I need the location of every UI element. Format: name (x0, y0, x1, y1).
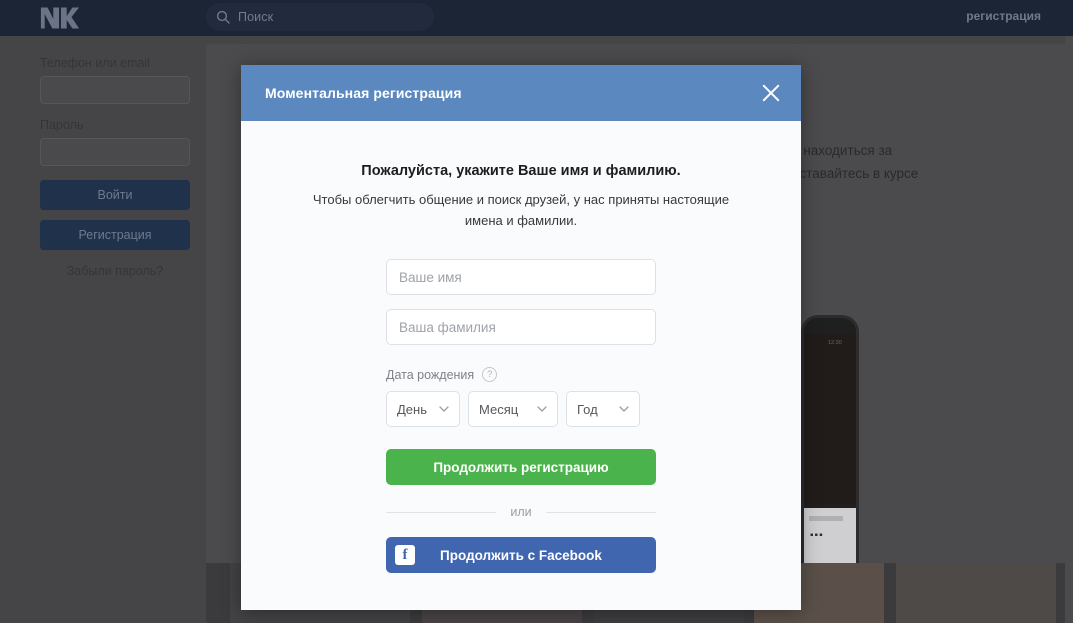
birthday-selects: День Месяц Год (386, 391, 656, 427)
birthday-year-value: Год (577, 401, 598, 417)
or-label: или (510, 505, 532, 519)
question-mark-icon[interactable]: ? (482, 367, 498, 382)
chevron-down-icon (439, 406, 449, 412)
registration-form: Дата рождения ? День Месяц (386, 259, 657, 573)
birthday-day-select[interactable]: День (386, 391, 460, 427)
login-form: Телефон или email Пароль Войти Регистрац… (40, 56, 190, 278)
registration-modal: Моментальная регистрация Пожалуйста, ука… (241, 65, 801, 610)
birthday-month-select[interactable]: Месяц (468, 391, 558, 427)
birthday-label-row: Дата рождения ? (386, 367, 656, 382)
login-button[interactable]: Войти (40, 180, 190, 210)
birthday-year-select[interactable]: Год (566, 391, 640, 427)
last-name-input[interactable] (386, 309, 656, 345)
phone-status-time: 12:30 (828, 340, 842, 346)
right-scroll-strip (1065, 36, 1073, 623)
divider-line-right (545, 511, 657, 513)
modal-body: Пожалуйста, укажите Ваше имя и фамилию. … (241, 121, 801, 573)
forgot-password-link[interactable]: Забыли пароль? (40, 264, 190, 278)
phone-or-email-label: Телефон или email (40, 56, 150, 70)
search-input[interactable]: Поиск (238, 10, 273, 24)
facebook-button-label: Продолжить с Facebook (440, 547, 602, 563)
modal-subtitle: Чтобы облегчить общение и поиск друзей, … (312, 192, 730, 228)
birthday-day-value: День (397, 401, 427, 417)
search-box[interactable]: Поиск (206, 3, 434, 31)
first-name-input[interactable] (386, 259, 656, 295)
search-icon (216, 10, 230, 24)
chevron-down-icon (537, 406, 547, 412)
divider-line-left (386, 511, 497, 513)
phone-content-icons: ▪▪▪ (810, 530, 824, 541)
password-label: Пароль (40, 118, 84, 132)
header-register-link[interactable]: регистрация (966, 9, 1041, 23)
phone-or-email-input[interactable] (40, 76, 190, 104)
promo-line-2: оставайтесь в курсе (792, 166, 919, 181)
close-icon[interactable] (759, 81, 783, 105)
facebook-login-button[interactable]: f Продолжить с Facebook (386, 537, 656, 573)
promo-text: о находиться за оставайтесь в курсе (792, 139, 1052, 185)
or-divider: или (386, 505, 657, 519)
birthday-month-value: Месяц (479, 401, 519, 417)
page-root: Поиск регистрация Телефон или email Паро… (0, 0, 1073, 623)
phone-screen-top (804, 334, 856, 504)
sidebar-register-button[interactable]: Регистрация (40, 220, 190, 250)
top-navigation-bar: Поиск регистрация (0, 0, 1073, 36)
modal-title: Моментальная регистрация (265, 85, 462, 101)
birthday-label: Дата рождения (386, 367, 475, 382)
continue-registration-button[interactable]: Продолжить регистрацию (386, 449, 656, 485)
modal-header: Моментальная регистрация (241, 65, 801, 121)
password-input[interactable] (40, 138, 190, 166)
facebook-icon: f (395, 545, 415, 565)
phone-content-row (809, 516, 843, 521)
vk-logo-icon[interactable] (38, 4, 82, 32)
modal-heading: Пожалуйста, укажите Ваше имя и фамилию. (361, 163, 681, 179)
photo-tile (896, 563, 1056, 623)
chevron-down-icon (619, 406, 629, 412)
promo-line-1: о находиться за (792, 143, 893, 158)
